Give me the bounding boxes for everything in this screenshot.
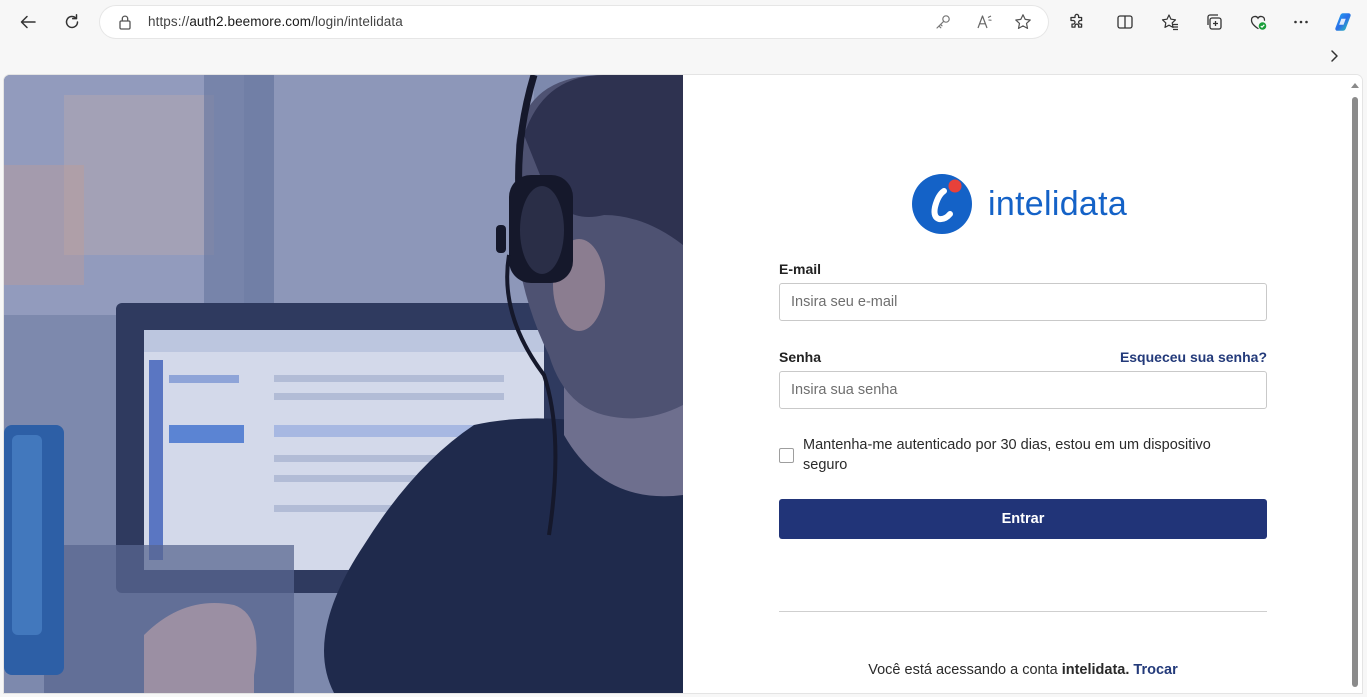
forgot-password-link[interactable]: Esqueceu sua senha? <box>1120 349 1267 365</box>
password-label: Senha <box>779 349 822 365</box>
brand-name: intelidata <box>988 184 1128 223</box>
read-aloud-icon[interactable] <box>976 13 994 31</box>
browser-essentials-button[interactable] <box>1243 7 1273 37</box>
intelidata-logo-mark-icon <box>912 174 972 234</box>
divider <box>779 611 1267 612</box>
remember-me-checkbox[interactable] <box>779 448 794 463</box>
back-icon <box>20 15 36 29</box>
switch-account-link[interactable]: Trocar <box>1133 662 1177 678</box>
email-field[interactable] <box>779 283 1267 321</box>
scroll-up-arrow-icon[interactable] <box>1351 83 1359 88</box>
collections-button[interactable] <box>1199 7 1229 37</box>
browser-essentials-icon <box>1250 15 1267 30</box>
collections-icon <box>1207 14 1222 30</box>
password-field[interactable] <box>779 371 1267 409</box>
remember-me-label[interactable]: Mantenha-me autenticado por 30 dias, est… <box>803 435 1243 475</box>
intelidata-logo: intelidata <box>911 173 1127 235</box>
extensions-button[interactable] <box>1062 7 1092 37</box>
url-text: https://auth2.beemore.com/login/intelida… <box>148 14 403 29</box>
lock-icon[interactable] <box>118 14 132 30</box>
email-label: E-mail <box>779 261 822 277</box>
copilot-button[interactable] <box>1328 7 1358 37</box>
page-scrollbar[interactable] <box>1348 75 1362 693</box>
submit-button[interactable]: Entrar <box>779 499 1267 539</box>
extensions-icon <box>1070 13 1083 28</box>
copilot-icon <box>1335 13 1351 31</box>
address-bar[interactable]: https://auth2.beemore.com/login/intelida… <box>100 6 1048 38</box>
account-prefix: Você está acessando a conta <box>868 662 1058 678</box>
favorites-button[interactable] <box>1155 7 1185 37</box>
scrollbar-thumb[interactable] <box>1352 97 1358 687</box>
account-org: intelidata. <box>1061 662 1130 678</box>
refresh-icon <box>65 14 79 29</box>
key-icon[interactable] <box>934 13 952 31</box>
hero-image <box>4 75 683 693</box>
split-screen-icon <box>1117 15 1133 29</box>
login-panel: intelidata E-mail Senha Esqueceu sua sen… <box>683 75 1348 693</box>
back-button[interactable] <box>13 7 43 37</box>
browser-toolbar: https://auth2.beemore.com/login/intelida… <box>0 0 1367 62</box>
favorite-star-icon[interactable] <box>1014 13 1032 31</box>
refresh-button[interactable] <box>57 7 87 37</box>
account-info: Você está acessando a conta intelidata. T… <box>779 662 1267 678</box>
more-button[interactable] <box>1286 7 1316 37</box>
chevron-right-icon[interactable] <box>1327 48 1341 64</box>
page-viewport: intelidata E-mail Senha Esqueceu sua sen… <box>4 75 1362 693</box>
split-screen-button[interactable] <box>1110 7 1140 37</box>
favorites-icon <box>1161 14 1178 31</box>
more-icon <box>1294 20 1308 24</box>
